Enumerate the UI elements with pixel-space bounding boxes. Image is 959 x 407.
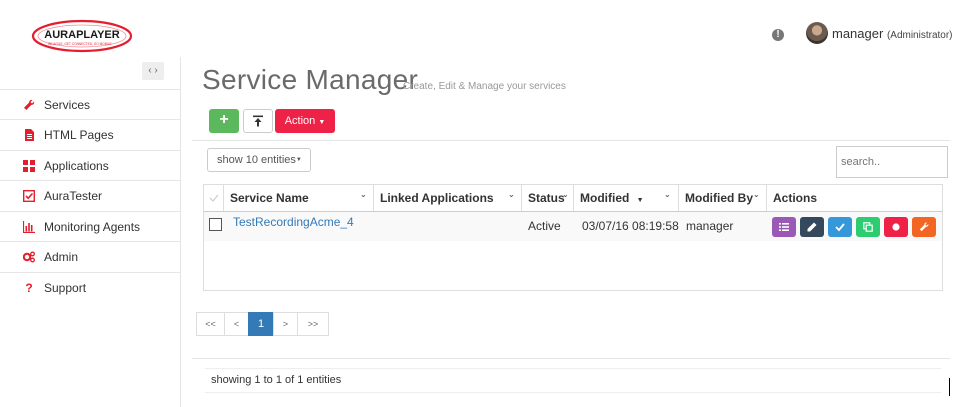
- page-1-button[interactable]: 1: [248, 312, 274, 336]
- logo-text: AURAPLAYER: [44, 29, 119, 41]
- record-button[interactable]: [884, 217, 908, 237]
- check-icon: [209, 194, 219, 202]
- pagination: << < 1 > >>: [196, 312, 329, 336]
- column-header-status[interactable]: Status ⌄: [522, 185, 574, 211]
- sidebar-item-label: AuraTester: [44, 188, 103, 203]
- record-icon: [892, 223, 900, 231]
- plus-icon: +: [219, 111, 229, 128]
- check-icon: [835, 223, 845, 232]
- entries-per-page-select[interactable]: show 10 entities▼: [207, 148, 311, 172]
- sidebar-item-admin[interactable]: Admin: [0, 241, 180, 271]
- table-row[interactable]: TestRecordingAcme_4 Active 03/07/16 08:1…: [204, 212, 942, 241]
- column-header-linked-applications[interactable]: Linked Applications ⌄: [374, 185, 522, 211]
- services-table: Service Name ⌄ Linked Applications ⌄ Sta…: [203, 184, 943, 291]
- sidebar-item-label: Monitoring Agents: [44, 219, 141, 234]
- sidebar-item-auratester[interactable]: AuraTester: [0, 180, 180, 210]
- sort-icon: ⌄: [360, 190, 367, 199]
- row-checkbox[interactable]: [209, 218, 222, 231]
- copy-icon: [863, 222, 873, 232]
- column-label: Modified: [580, 191, 630, 205]
- entries-label: show 10 entities: [217, 154, 296, 166]
- column-label: Linked Applications: [380, 191, 494, 205]
- wrench-icon: [22, 98, 36, 112]
- grid-icon: [22, 159, 36, 173]
- action-dropdown-button[interactable]: Action ▼: [275, 109, 335, 133]
- column-label: Service Name: [230, 191, 309, 205]
- sidebar-item-support[interactable]: ? Support: [0, 272, 180, 302]
- sidebar-item-label: Services: [44, 97, 91, 112]
- upload-button[interactable]: [243, 109, 273, 133]
- copy-button[interactable]: [856, 217, 880, 237]
- upload-icon: [253, 115, 263, 127]
- entities-count-text: showing 1 to 1 of 1 entities: [211, 374, 342, 386]
- sort-desc-icon: ▼: [636, 197, 644, 204]
- info-icon[interactable]: !: [772, 29, 784, 41]
- sort-icon: ⌄: [508, 190, 515, 199]
- pencil-icon: [807, 222, 817, 232]
- divider: [205, 368, 941, 369]
- question-icon: ?: [25, 280, 33, 295]
- column-header-modified[interactable]: Modified ▼ ⌄: [574, 185, 679, 211]
- first-page-button[interactable]: <<: [196, 312, 225, 336]
- sidebar-item-services[interactable]: Services: [0, 89, 180, 119]
- action-label: Action: [284, 115, 316, 127]
- tools-button[interactable]: [912, 217, 936, 237]
- page-title: Service Manager: [202, 64, 419, 95]
- user-name: manager: [832, 26, 884, 41]
- status-cell: Active: [528, 219, 561, 233]
- next-page-button[interactable]: >: [273, 312, 298, 336]
- sidebar-toggle-button[interactable]: ‹ ›: [142, 62, 164, 80]
- add-service-button[interactable]: +: [209, 109, 239, 133]
- column-header-modified-by[interactable]: Modified By ⌄: [679, 185, 767, 211]
- checkbox-icon: [22, 189, 36, 203]
- search-input[interactable]: [836, 146, 948, 178]
- avatar[interactable]: [806, 22, 828, 44]
- sidebar-item-label: Applications: [44, 158, 109, 173]
- sidebar-item-applications[interactable]: Applications: [0, 150, 180, 180]
- auraplayer-logo[interactable]: AURAPLAYER BE AGILE, GET CONNECTED, GO M…: [30, 18, 134, 54]
- sidebar-item-label: Support: [44, 280, 87, 295]
- divider: [192, 140, 950, 141]
- column-header-actions: Actions: [767, 185, 942, 211]
- user-role: (Administrator): [886, 30, 953, 41]
- sidebar-item-html-pages[interactable]: HTML Pages: [0, 119, 180, 149]
- caret-down-icon: ▼: [295, 157, 302, 164]
- approve-button[interactable]: [828, 217, 852, 237]
- gears-icon: [22, 250, 36, 264]
- sidebar-item-monitoring-agents[interactable]: Monitoring Agents: [0, 211, 180, 241]
- sidebar-item-label: HTML Pages: [44, 127, 114, 142]
- file-icon: [22, 128, 36, 142]
- sort-icon: ⌄: [753, 190, 760, 199]
- wrench-icon: [919, 222, 929, 232]
- divider: [205, 392, 941, 393]
- sort-icon: ⌄: [562, 190, 569, 199]
- modified-cell: 03/07/16 08:19:58: [582, 219, 679, 233]
- user-menu[interactable]: manager (Administrator): [832, 26, 953, 41]
- select-all-checkbox[interactable]: [204, 185, 224, 211]
- last-page-button[interactable]: >>: [297, 312, 329, 336]
- text-cursor: [949, 378, 950, 396]
- column-label: Status: [528, 191, 565, 205]
- sort-icon: ⌄: [664, 190, 671, 199]
- divider: [192, 358, 950, 359]
- modified-by-cell: manager: [686, 219, 734, 233]
- list-icon: [779, 223, 789, 231]
- previous-page-button[interactable]: <: [224, 312, 249, 336]
- sidebar-item-label: Admin: [44, 249, 79, 264]
- service-name-link[interactable]: TestRecordingAcme_4: [233, 208, 354, 237]
- column-label: Modified By: [685, 191, 753, 205]
- caret-down-icon: ▼: [318, 119, 326, 126]
- column-label: Actions: [773, 191, 818, 205]
- edit-button[interactable]: [800, 217, 824, 237]
- list-action-button[interactable]: [772, 217, 796, 237]
- page-subtitle: Create, Edit & Manage your services: [403, 81, 566, 92]
- bar-chart-icon: [22, 220, 36, 234]
- logo-tagline: BE AGILE, GET CONNECTED, GO MOBILE: [48, 42, 111, 46]
